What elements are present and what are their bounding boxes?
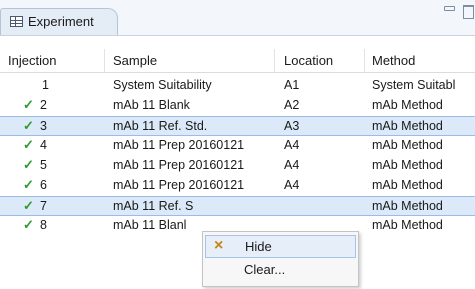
- method-cell: mAb Method: [372, 158, 443, 172]
- table-row[interactable]: ✓ 2 mAb 11 Blank A2 mAb Method: [0, 96, 475, 116]
- method-cell: mAb Method: [372, 199, 443, 213]
- check-icon: ✓: [23, 118, 34, 133]
- maximize-icon[interactable]: [463, 5, 474, 19]
- close-icon: ×: [214, 237, 224, 254]
- method-cell: mAb Method: [372, 178, 443, 192]
- table-row-selected[interactable]: ✓ 7 mAb 11 Ref. S mAb Method: [0, 196, 475, 216]
- method-cell: mAb Method: [372, 98, 443, 112]
- location-cell: A4: [284, 138, 300, 152]
- sample-cell: mAb 11 Blanl: [113, 218, 187, 232]
- injection-cell: 5: [40, 158, 47, 172]
- method-cell: mAb Method: [372, 119, 443, 133]
- context-menu: × Hide Clear...: [202, 231, 359, 287]
- location-cell: A2: [284, 98, 300, 112]
- injection-cell: 1: [42, 78, 49, 92]
- location-cell: A3: [284, 119, 300, 133]
- injection-cell: 2: [40, 98, 47, 112]
- method-cell: System Suitabl: [372, 78, 456, 92]
- method-cell: mAb Method: [372, 218, 443, 232]
- injection-cell: 7: [40, 199, 47, 213]
- column-header-location[interactable]: Location: [284, 53, 333, 68]
- check-icon: ✓: [23, 198, 34, 213]
- table-icon: [10, 16, 23, 27]
- method-cell: mAb Method: [372, 138, 443, 152]
- location-cell: A1: [284, 78, 300, 92]
- check-icon: ✓: [23, 137, 34, 152]
- tab-experiment[interactable]: Experiment: [0, 8, 118, 35]
- menu-item-label: Clear...: [244, 262, 286, 277]
- injection-cell: 4: [40, 138, 47, 152]
- header-divider: [0, 72, 475, 73]
- table-row-selected[interactable]: ✓ 3 mAb 11 Ref. Std. A3 mAb Method: [0, 116, 475, 136]
- sample-cell: mAb 11 Prep 20160121: [113, 138, 245, 152]
- menu-item-label: Hide: [245, 239, 272, 254]
- column-separator[interactable]: [274, 49, 275, 73]
- menu-item-hide[interactable]: × Hide: [205, 235, 356, 258]
- injection-cell: 6: [40, 178, 47, 192]
- injection-cell: 8: [40, 218, 47, 232]
- sample-cell: mAb 11 Ref. S: [113, 199, 194, 213]
- table-row[interactable]: ✓ 5 mAb 11 Prep 20160121 A4 mAb Method: [0, 156, 475, 176]
- location-cell: A4: [284, 178, 300, 192]
- check-icon: ✓: [23, 217, 34, 232]
- minimize-icon[interactable]: [444, 6, 455, 11]
- check-icon: ✓: [23, 157, 34, 172]
- column-header-injection[interactable]: Injection: [8, 53, 56, 68]
- sample-cell: mAb 11 Ref. Std.: [113, 119, 208, 133]
- sample-cell: mAb 11 Prep 20160121: [113, 158, 245, 172]
- menu-item-clear[interactable]: Clear...: [205, 259, 356, 282]
- sample-cell: System Suitability: [113, 78, 212, 92]
- tab-bar: Experiment: [0, 0, 475, 36]
- column-header-method[interactable]: Method: [372, 53, 415, 68]
- column-separator[interactable]: [364, 49, 365, 73]
- experiment-panel: Experiment Injection Sample Location Met…: [0, 0, 475, 289]
- sample-cell: mAb 11 Blank: [113, 98, 190, 112]
- table-row[interactable]: ✓ 6 mAb 11 Prep 20160121 A4 mAb Method: [0, 176, 475, 196]
- check-icon: ✓: [23, 97, 34, 112]
- injection-cell: 3: [40, 119, 47, 133]
- table-header: Injection Sample Location Method: [0, 49, 475, 73]
- sample-cell: mAb 11 Prep 20160121: [113, 178, 245, 192]
- table-row[interactable]: 1 System Suitability A1 System Suitabl: [0, 76, 475, 96]
- check-icon: ✓: [23, 177, 34, 192]
- column-separator[interactable]: [104, 49, 105, 73]
- table-row[interactable]: ✓ 4 mAb 11 Prep 20160121 A4 mAb Method: [0, 136, 475, 156]
- location-cell: A4: [284, 158, 300, 172]
- column-header-sample[interactable]: Sample: [113, 53, 157, 68]
- tab-title: Experiment: [28, 14, 94, 29]
